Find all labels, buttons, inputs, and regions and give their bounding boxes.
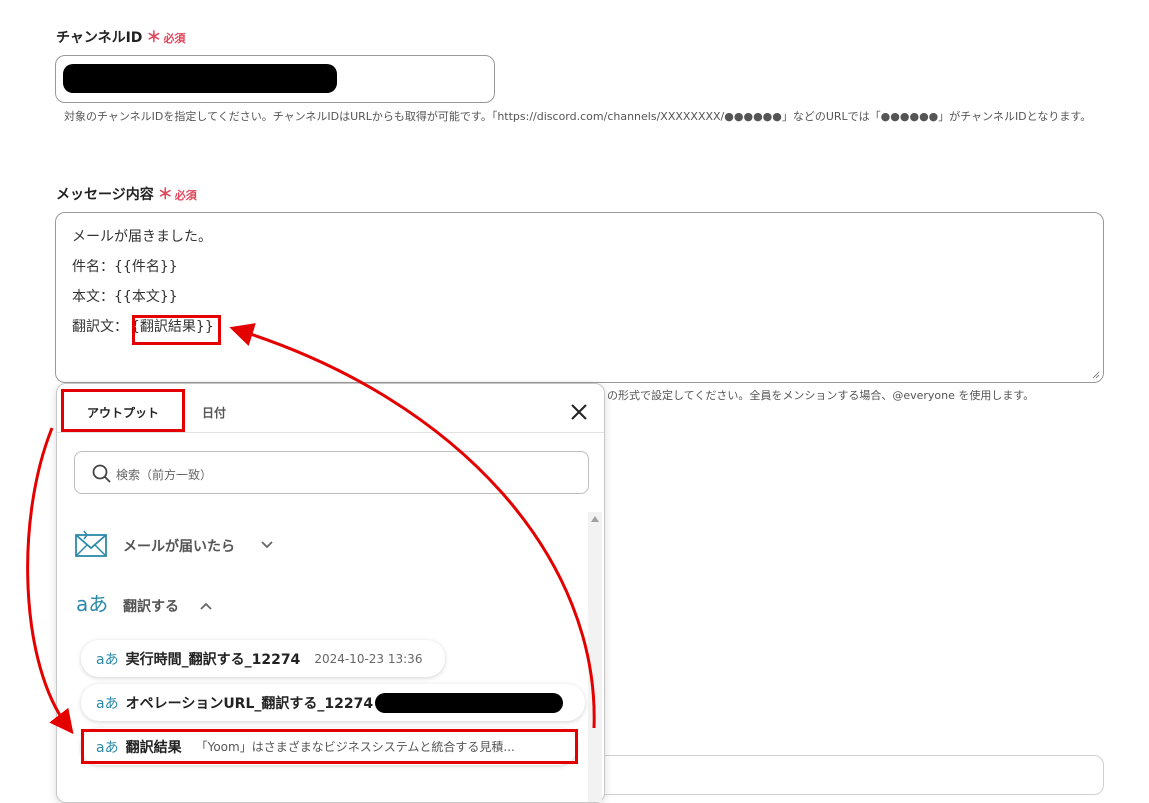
annotation-arrows (26, 323, 596, 735)
annotation-arrow-down (26, 427, 74, 735)
annotation-arrow-up (229, 323, 596, 729)
